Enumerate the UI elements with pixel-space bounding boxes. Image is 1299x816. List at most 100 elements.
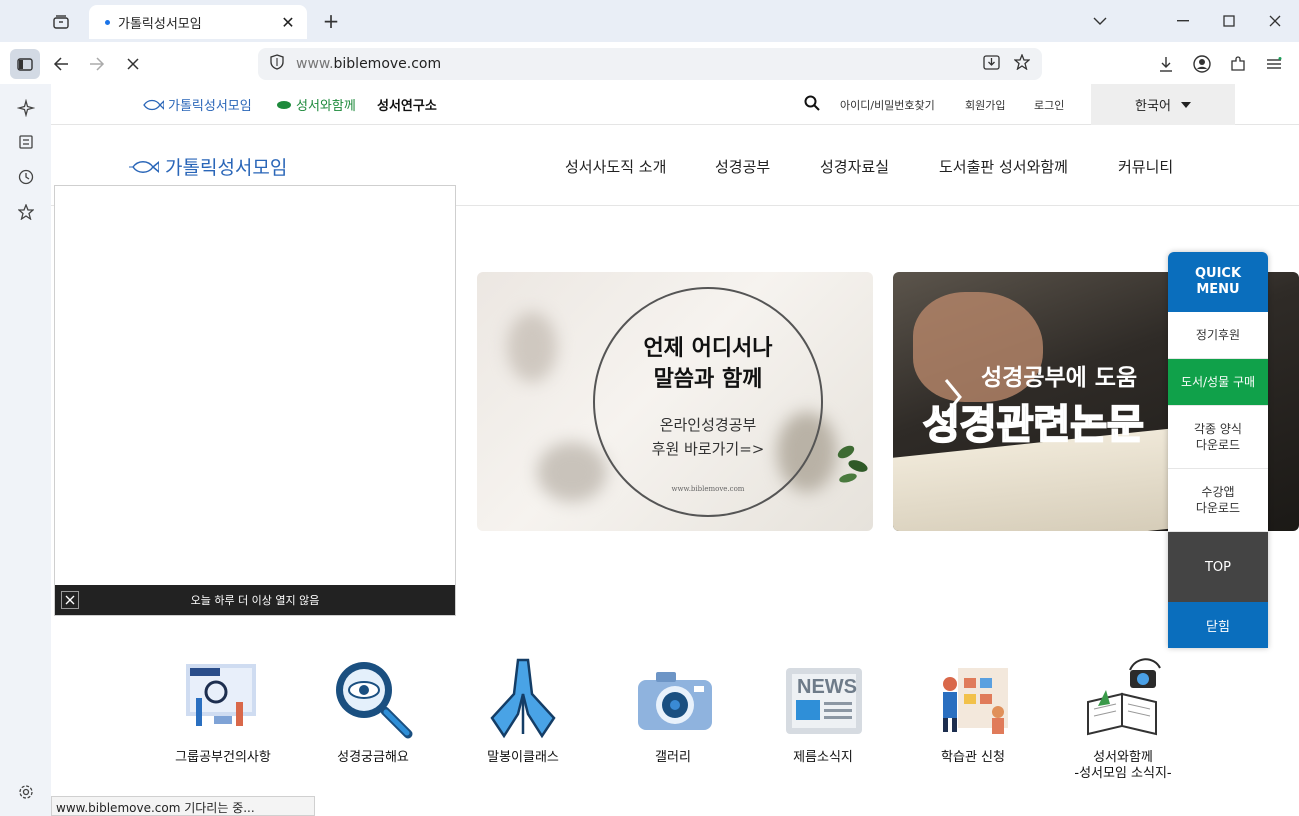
banner1-sub2: 후원 바로가기=> (651, 440, 765, 458)
popup-footer-bar: 오늘 하루 더 이상 열지 않음 (55, 585, 455, 615)
url-prefix: www. (296, 56, 334, 72)
popup-dismiss-today[interactable]: 오늘 하루 더 이상 열지 않음 (191, 592, 320, 608)
site-shield-icon[interactable] (270, 54, 284, 74)
catholic-bible-logo-link[interactable]: 가톨릭성서모임 (142, 95, 252, 114)
language-select[interactable]: 한국어 (1091, 84, 1235, 125)
banner-online-study[interactable]: 언제 어디서나 말씀과 함께 온라인성경공부 후원 바로가기=> www.bib… (477, 272, 873, 531)
ql-label-line2: -성서모임 소식지- (1074, 766, 1172, 781)
quick-links: 그룹공부건의사항 성경궁금해요 말봉이클래스 갤러리 NEWS 제름소식지 학습… (51, 654, 1299, 816)
tab-title: 가톨릭성서모임 (118, 16, 202, 32)
book-camera-icon (1078, 654, 1168, 744)
magnifier-eye-icon (328, 654, 418, 744)
logo2-text: 성서와함께 (296, 99, 356, 114)
bookmark-star-icon[interactable] (1013, 53, 1031, 74)
nav-resources[interactable]: 성경자료실 (820, 156, 889, 177)
status-bar: www.biblemove.com 기다리는 중... (51, 796, 315, 816)
quick-top-button[interactable]: TOP (1168, 532, 1268, 602)
ql-bible-questions[interactable]: 성경궁금해요 (303, 654, 443, 766)
ql-label: 그룹공부건의사항 (175, 750, 271, 765)
leaf-icon (277, 100, 291, 109)
url-text: www.biblemove.com (296, 56, 983, 72)
ql-gallery[interactable]: 갤러리 (603, 654, 743, 766)
banner1-line1: 언제 어디서나 (643, 336, 773, 361)
utility-bar: 가톨릭성서모임 성서와함께 성서연구소 아이디/비밀번호찾기 회원가입 로그인 … (51, 84, 1299, 125)
close-window-button[interactable] (1263, 10, 1287, 32)
ql-label: 갤러리 (655, 750, 691, 765)
ql-newsletter[interactable]: NEWS 제름소식지 (753, 654, 893, 766)
web-page: 가톨릭성서모임 성서와함께 성서연구소 아이디/비밀번호찾기 회원가입 로그인 … (51, 84, 1299, 816)
ql-label: 성경궁금해요 (337, 750, 409, 765)
minimize-button[interactable] (1171, 10, 1195, 32)
banner1-line2: 말씀과 함께 (653, 367, 763, 392)
banner1-url: www.biblemove.com (671, 485, 745, 493)
quick-close-button[interactable]: 닫힘 (1168, 602, 1268, 648)
quick-head-2: MENU (1196, 282, 1240, 297)
ql-label: 학습관 신청 (941, 750, 1005, 765)
ql-label: 성서와함께 (1093, 750, 1153, 765)
install-app-icon[interactable] (983, 54, 1000, 74)
find-id-link[interactable]: 아이디/비밀번호찾기 (840, 97, 935, 113)
ql-group-suggestions[interactable]: 그룹공부건의사항 (153, 654, 293, 766)
signup-link[interactable]: 회원가입 (965, 97, 1005, 113)
quick-app-line1: 수강앱 (1201, 485, 1235, 499)
settings-gear-icon[interactable] (14, 780, 38, 804)
bible-institute-logo-link[interactable]: 성서연구소 (377, 95, 437, 114)
banner1-sub1: 온라인성경공부 (659, 416, 757, 434)
active-tab[interactable]: 가톨릭성서모임 ✕ (89, 5, 307, 39)
favorites-star-icon[interactable] (14, 200, 38, 224)
quick-forms-download[interactable]: 각종 양식 다운로드 (1168, 406, 1268, 469)
profile-icon[interactable] (1187, 49, 1217, 79)
new-tab-button[interactable]: + (320, 11, 342, 33)
ql-malbong-class[interactable]: 말봉이클래스 (453, 654, 593, 766)
banner2-title: 성경공부에 도움 (981, 365, 1138, 391)
logo3-text: 성서연구소 (377, 99, 437, 114)
quick-app-line2: 다운로드 (1195, 501, 1241, 515)
sidebar-toggle-icon[interactable] (10, 49, 40, 79)
with-bible-logo-link[interactable]: 성서와함께 (276, 95, 356, 114)
popup-close-icon[interactable] (61, 591, 79, 609)
url-host: biblemove.com (333, 56, 442, 72)
menu-icon[interactable] (1259, 49, 1289, 79)
quick-head-1: QUICK (1194, 266, 1242, 281)
ql-with-bible-news[interactable]: 성서와함께 -성서모임 소식지- (1053, 654, 1193, 782)
nav-bible-study[interactable]: 성경공부 (715, 156, 770, 177)
forward-arrow-icon[interactable] (82, 49, 112, 79)
banner-circle: 언제 어디서나 말씀과 함께 온라인성경공부 후원 바로가기=> www.bib… (593, 287, 823, 517)
close-tab-icon[interactable]: ✕ (279, 13, 297, 32)
tab-list-icon[interactable] (50, 11, 72, 33)
sparkle-ai-icon[interactable] (14, 96, 38, 120)
login-link[interactable]: 로그인 (1034, 97, 1064, 113)
quick-donation[interactable]: 정기후원 (1168, 312, 1268, 359)
ql-label: 말봉이클래스 (487, 750, 559, 765)
back-arrow-icon[interactable] (46, 49, 76, 79)
main-logo[interactable]: 가톨릭성서모임 (129, 153, 287, 180)
maximize-button[interactable] (1217, 10, 1241, 32)
quick-app-download[interactable]: 수강앱다운로드 (1168, 469, 1268, 532)
nav-publishing[interactable]: 도서출판 성서와함께 (939, 156, 1068, 177)
main-logo-text: 가톨릭성서모임 (165, 157, 288, 179)
nav-about[interactable]: 성서사도직 소개 (565, 156, 666, 177)
address-bar[interactable]: www.biblemove.com (258, 48, 1042, 80)
history-clock-icon[interactable] (14, 165, 38, 189)
quick-menu: QUICK MENU 정기후원 도서/성물 구매 각종 양식 다운로드 수강앱다운로… (1168, 252, 1268, 648)
quick-forms-line2: 다운로드 (1195, 438, 1241, 452)
praying-hands-icon (478, 654, 568, 744)
next-chevron-icon[interactable] (943, 377, 963, 417)
logo1-text: 가톨릭성서모임 (168, 99, 252, 114)
extensions-puzzle-icon[interactable] (1223, 49, 1253, 79)
language-label: 한국어 (1135, 99, 1171, 114)
fish-icon (129, 160, 159, 173)
toolbar: www.biblemove.com (0, 42, 1299, 84)
stop-loading-icon[interactable] (118, 49, 148, 79)
tab-search-chevron-icon[interactable] (1088, 10, 1112, 32)
camera-icon (628, 654, 718, 744)
search-icon[interactable] (804, 95, 820, 115)
tab-bar: 가톨릭성서모임 ✕ + (0, 0, 1299, 42)
downloads-icon[interactable] (1151, 49, 1181, 79)
bg-blur-shape (507, 312, 557, 382)
nav-community[interactable]: 커뮤니티 (1118, 156, 1173, 177)
loading-dot-icon (105, 19, 110, 25)
collections-icon[interactable] (14, 130, 38, 154)
quick-book-purchase[interactable]: 도서/성물 구매 (1168, 359, 1268, 406)
ql-study-application[interactable]: 학습관 신청 (903, 654, 1043, 766)
